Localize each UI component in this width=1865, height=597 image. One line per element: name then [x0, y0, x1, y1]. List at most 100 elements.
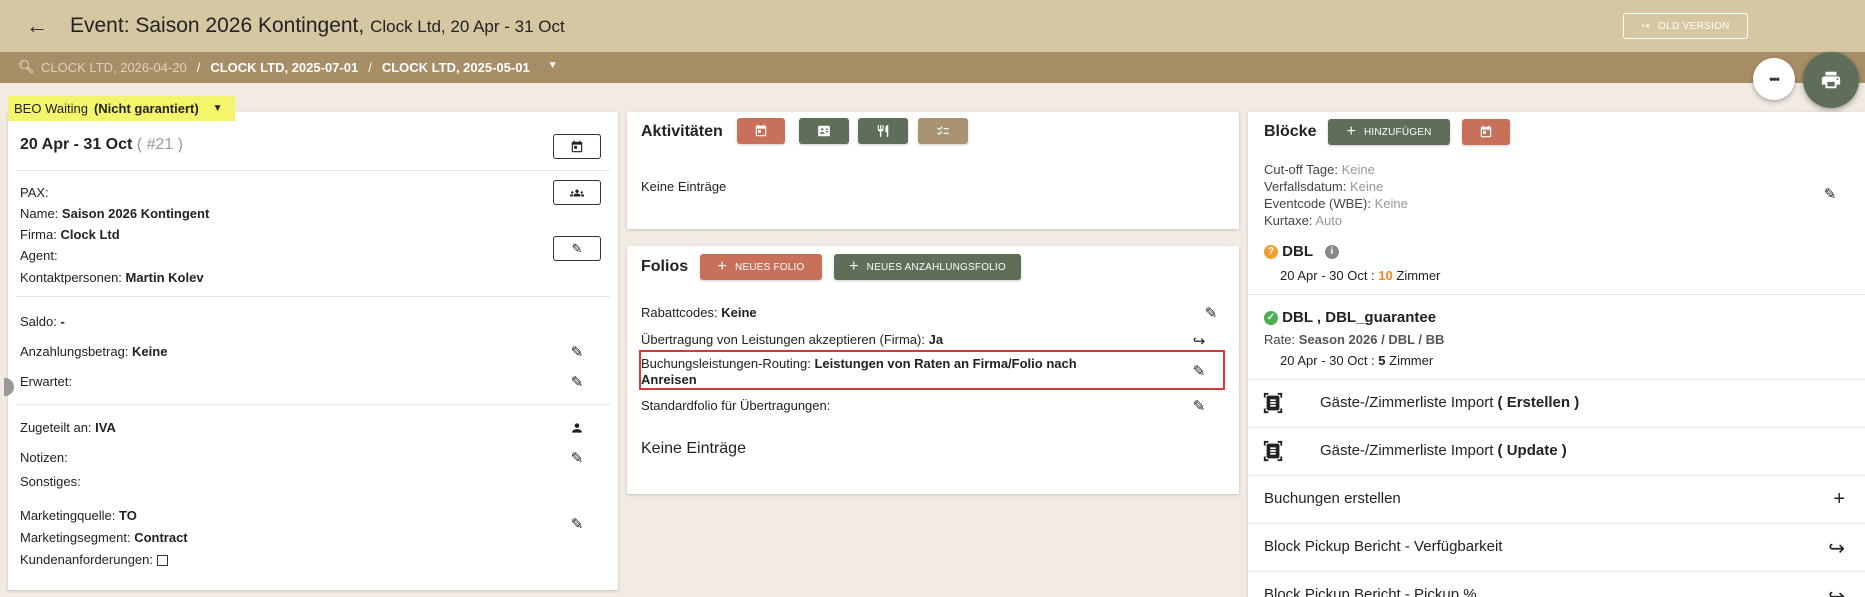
- breadcrumb-item[interactable]: CLOCK LTD, 2026-04-20: [41, 60, 187, 75]
- pencil-icon[interactable]: ✎: [1187, 394, 1211, 418]
- status-value: (Nicht garantiert): [93, 101, 199, 116]
- new-folio-button[interactable]: + NEUES FOLIO: [700, 254, 822, 280]
- pencil-icon[interactable]: ✎: [1187, 359, 1211, 383]
- new-folio-label: NEUES FOLIO: [735, 261, 805, 273]
- kontakt-label: Kontaktpersonen:: [20, 270, 122, 285]
- people-icon: [570, 189, 584, 196]
- pencil-icon[interactable]: ✎: [565, 340, 589, 364]
- block-calendar-button[interactable]: [1462, 119, 1510, 145]
- divider: [1248, 294, 1865, 295]
- sonstiges-row: Sonstiges:: [20, 474, 81, 489]
- check-circle-icon: ✓: [1264, 311, 1278, 326]
- back-arrow-icon[interactable]: ←: [24, 13, 50, 39]
- activity-checklist-button[interactable]: [918, 118, 968, 144]
- block1-name: DBL: [1282, 243, 1313, 260]
- block-dbl-title[interactable]: ? DBL i: [1264, 243, 1339, 260]
- old-version-button[interactable]: ↪ OLD VERSION: [1623, 13, 1748, 39]
- drag-handle[interactable]: [4, 378, 14, 396]
- verfall-row: Verfallsdatum: Keine: [1264, 179, 1383, 194]
- kunden-label: Kundenanforderungen:: [20, 552, 154, 567]
- pencil-icon[interactable]: ✎: [1199, 301, 1223, 325]
- block2-range-row: 20 Apr - 30 Oct : 5 Zimmer: [1280, 353, 1433, 368]
- zugeteilt-label: Zugeteilt an:: [20, 420, 92, 435]
- saldo-label: Saldo:: [20, 314, 57, 329]
- more-options-button[interactable]: •••: [1753, 58, 1795, 100]
- document-scanner-icon: [1263, 440, 1283, 462]
- pencil-icon[interactable]: ✎: [1818, 182, 1842, 206]
- breadcrumb-item[interactable]: CLOCK LTD, 2025-05-01: [382, 60, 530, 75]
- block2-unit: Zimmer: [1389, 353, 1434, 368]
- erwartet-row: Erwartet:: [20, 374, 72, 389]
- block-dbl-guarantee-title[interactable]: ✓ DBL , DBL_guarantee: [1264, 309, 1436, 326]
- routing-row: Buchungsleistungen-Routing: Leistungen v…: [641, 356, 1077, 388]
- divider: [16, 170, 610, 171]
- status-badge[interactable]: BEO Waiting (Nicht garantiert) ▼: [8, 96, 235, 121]
- activities-title: Aktivitäten: [641, 123, 723, 140]
- page-title-main: Event: Saison 2026 Kontingent,: [70, 14, 365, 37]
- edit-details-button[interactable]: ✎: [553, 236, 601, 261]
- folios-card: Folios + NEUES FOLIO + NEUES ANZAHLUNGSF…: [627, 246, 1239, 494]
- pickup-percent-row[interactable]: Block Pickup Bericht - Pickup % ↪: [1248, 571, 1865, 597]
- person-icon[interactable]: [565, 416, 589, 440]
- print-button[interactable]: [1803, 52, 1859, 108]
- activity-calendar-button[interactable]: [737, 118, 785, 144]
- chevron-down-icon[interactable]: ▼: [548, 60, 558, 75]
- block2-rooms: 5: [1378, 353, 1386, 368]
- import-update-label: Gäste-/Zimmerliste Import ( Update ): [1320, 442, 1567, 459]
- kurtaxe-value: Auto: [1315, 213, 1343, 228]
- kundenanforderungen-row: Kundenanforderungen:: [20, 552, 169, 567]
- activity-contact-button[interactable]: [799, 118, 849, 144]
- pickup-availability-label: Block Pickup Bericht - Verfügbarkeit: [1264, 538, 1503, 555]
- anzahlung-row: Anzahlungsbetrag: Keine: [20, 344, 167, 359]
- search-icon[interactable]: 🔍︎: [18, 59, 35, 75]
- activities-card: Aktivitäten Keine Einträge: [627, 112, 1239, 229]
- anzahlung-value: Keine: [132, 344, 168, 359]
- agent-row: Agent:: [20, 248, 58, 263]
- chevron-down-icon: ▼: [212, 103, 223, 114]
- activity-restaurant-button[interactable]: [858, 118, 908, 144]
- restaurant-icon: [877, 125, 889, 137]
- import-update-row[interactable]: Gäste-/Zimmerliste Import ( Update ): [1248, 427, 1865, 475]
- breadcrumb: 🔍︎ CLOCK LTD, 2026-04-20 / CLOCK LTD, 20…: [0, 52, 1865, 83]
- plus-icon: +: [1833, 488, 1845, 510]
- breadcrumb-separator: /: [196, 60, 201, 75]
- status-label: BEO Waiting: [14, 101, 88, 116]
- calendar-icon: [755, 124, 767, 137]
- eventcode-value: Keine: [1374, 196, 1408, 211]
- new-deposit-folio-button[interactable]: + NEUES ANZAHLUNGSFOLIO: [834, 254, 1021, 280]
- blocks-card: Blöcke + HINZUFÜGEN Cut-off Tage: Keine …: [1248, 112, 1865, 597]
- activities-empty: Keine Einträge: [641, 179, 727, 194]
- eventcode-label: Eventcode (WBE):: [1264, 196, 1371, 211]
- mquelle-label: Marketingquelle:: [20, 508, 116, 523]
- calendar-icon: [571, 140, 583, 152]
- blocks-title: Blöcke: [1264, 123, 1317, 140]
- routing-label: Buchungsleistungen-Routing:: [641, 356, 811, 371]
- info-icon[interactable]: i: [1324, 245, 1339, 260]
- kunden-checkbox[interactable]: [157, 555, 169, 567]
- pencil-icon[interactable]: ✎: [565, 370, 589, 394]
- import-create-row[interactable]: Gäste-/Zimmerliste Import ( Erstellen ): [1248, 379, 1865, 427]
- calendar-button[interactable]: [553, 134, 601, 159]
- zugeteilt-row: Zugeteilt an: IVA: [20, 420, 116, 435]
- page-title-sub: Clock Ltd, 20 Apr - 31 Oct: [370, 17, 565, 36]
- breadcrumb-item[interactable]: CLOCK LTD, 2025-07-01: [210, 60, 358, 75]
- divider: [16, 296, 610, 297]
- eventcode-row: Eventcode (WBE): Keine: [1264, 196, 1408, 211]
- standard-label: Standardfolio für Übertragungen:: [641, 398, 831, 413]
- plus-icon: +: [1346, 123, 1356, 140]
- cutoff-value: Keine: [1341, 162, 1375, 177]
- marketingsegment-row: Marketingsegment: Contract: [20, 530, 188, 545]
- folios-empty: Keine Einträge: [641, 440, 746, 457]
- guests-button[interactable]: [553, 180, 601, 205]
- pax-label: PAX:: [20, 185, 49, 200]
- breadcrumb-separator: /: [368, 60, 372, 75]
- rabatt-label: Rabattcodes:: [641, 305, 718, 320]
- pencil-icon[interactable]: ✎: [565, 512, 589, 536]
- create-bookings-row[interactable]: Buchungen erstellen +: [1248, 475, 1865, 523]
- more-icon: •••: [1769, 72, 1780, 86]
- pencil-icon[interactable]: ✎: [565, 446, 589, 470]
- block1-range-row: 20 Apr - 30 Oct : 10 Zimmer: [1280, 268, 1440, 283]
- add-block-button[interactable]: + HINZUFÜGEN: [1328, 119, 1450, 145]
- firma-value: Clock Ltd: [60, 227, 120, 242]
- pickup-availability-row[interactable]: Block Pickup Bericht - Verfügbarkeit ↪: [1248, 523, 1865, 571]
